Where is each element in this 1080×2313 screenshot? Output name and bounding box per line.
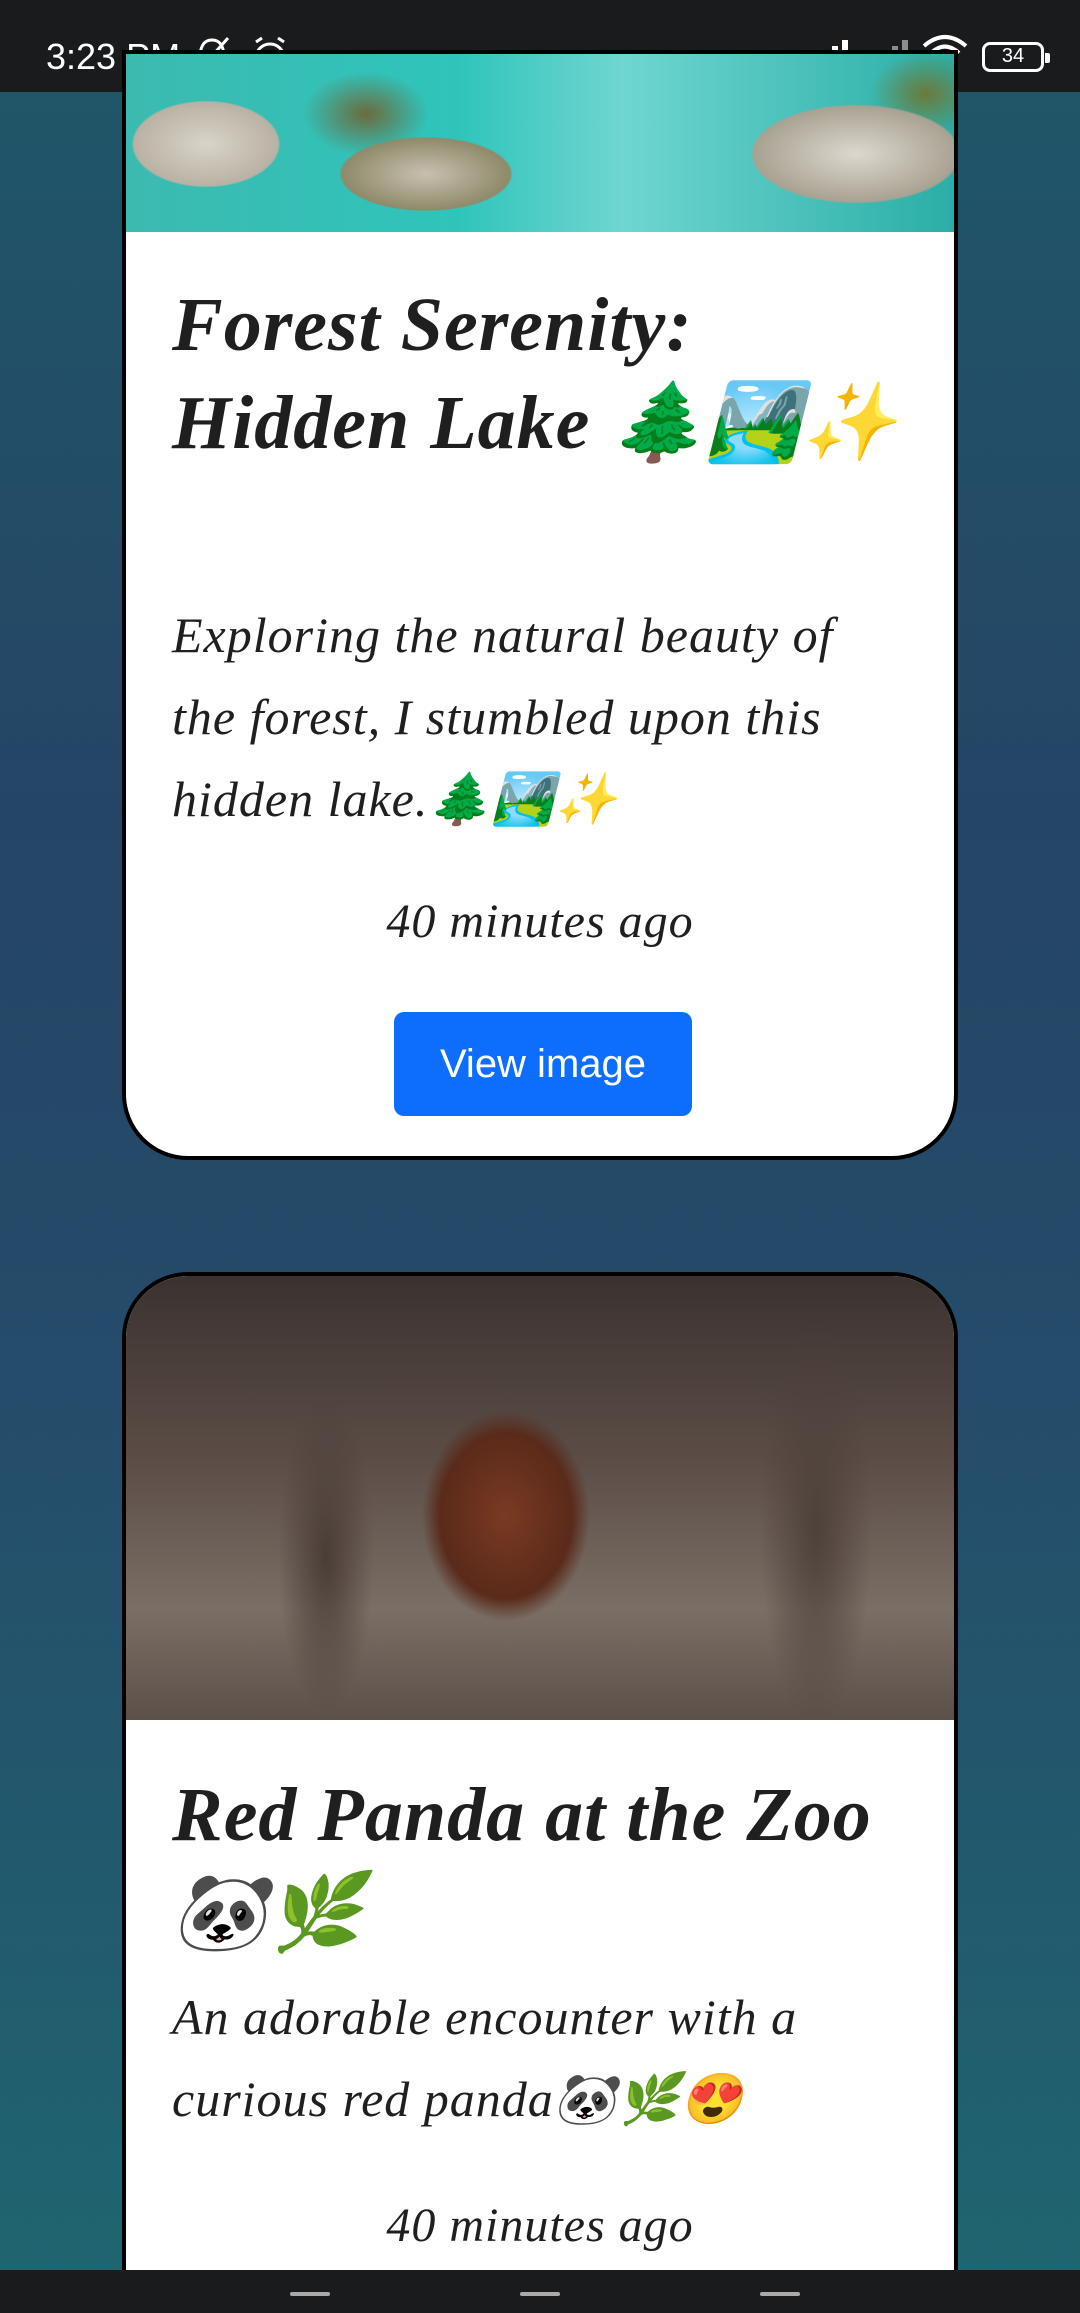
post-card: Red Panda at the Zoo 🐼🌿 An adorable enco… xyxy=(122,1272,958,2313)
post-time: 40 minutes ago xyxy=(386,2199,694,2252)
post-image xyxy=(126,54,954,232)
post-title: Forest Serenity: Hidden Lake 🌲🏞️✨ xyxy=(172,283,898,465)
battery-icon: 34 xyxy=(982,41,1050,72)
post-title: Red Panda at the Zoo 🐼🌿 xyxy=(172,1773,872,1955)
view-image-button[interactable]: View image xyxy=(394,1012,692,1116)
navigation-bar xyxy=(0,2270,1080,2313)
recent-apps-icon[interactable] xyxy=(290,2292,330,2296)
home-icon[interactable] xyxy=(520,2292,560,2296)
post-description: Exploring the natural beauty of the fore… xyxy=(172,607,834,827)
post-image xyxy=(126,1276,954,1720)
battery-level: 34 xyxy=(1001,45,1025,67)
post-time: 40 minutes ago xyxy=(386,895,694,948)
post-card: Forest Serenity: Hidden Lake 🌲🏞️✨ Explor… xyxy=(122,50,958,1160)
back-icon[interactable] xyxy=(760,2292,800,2296)
post-description: An adorable encounter with a curious red… xyxy=(172,1989,798,2127)
